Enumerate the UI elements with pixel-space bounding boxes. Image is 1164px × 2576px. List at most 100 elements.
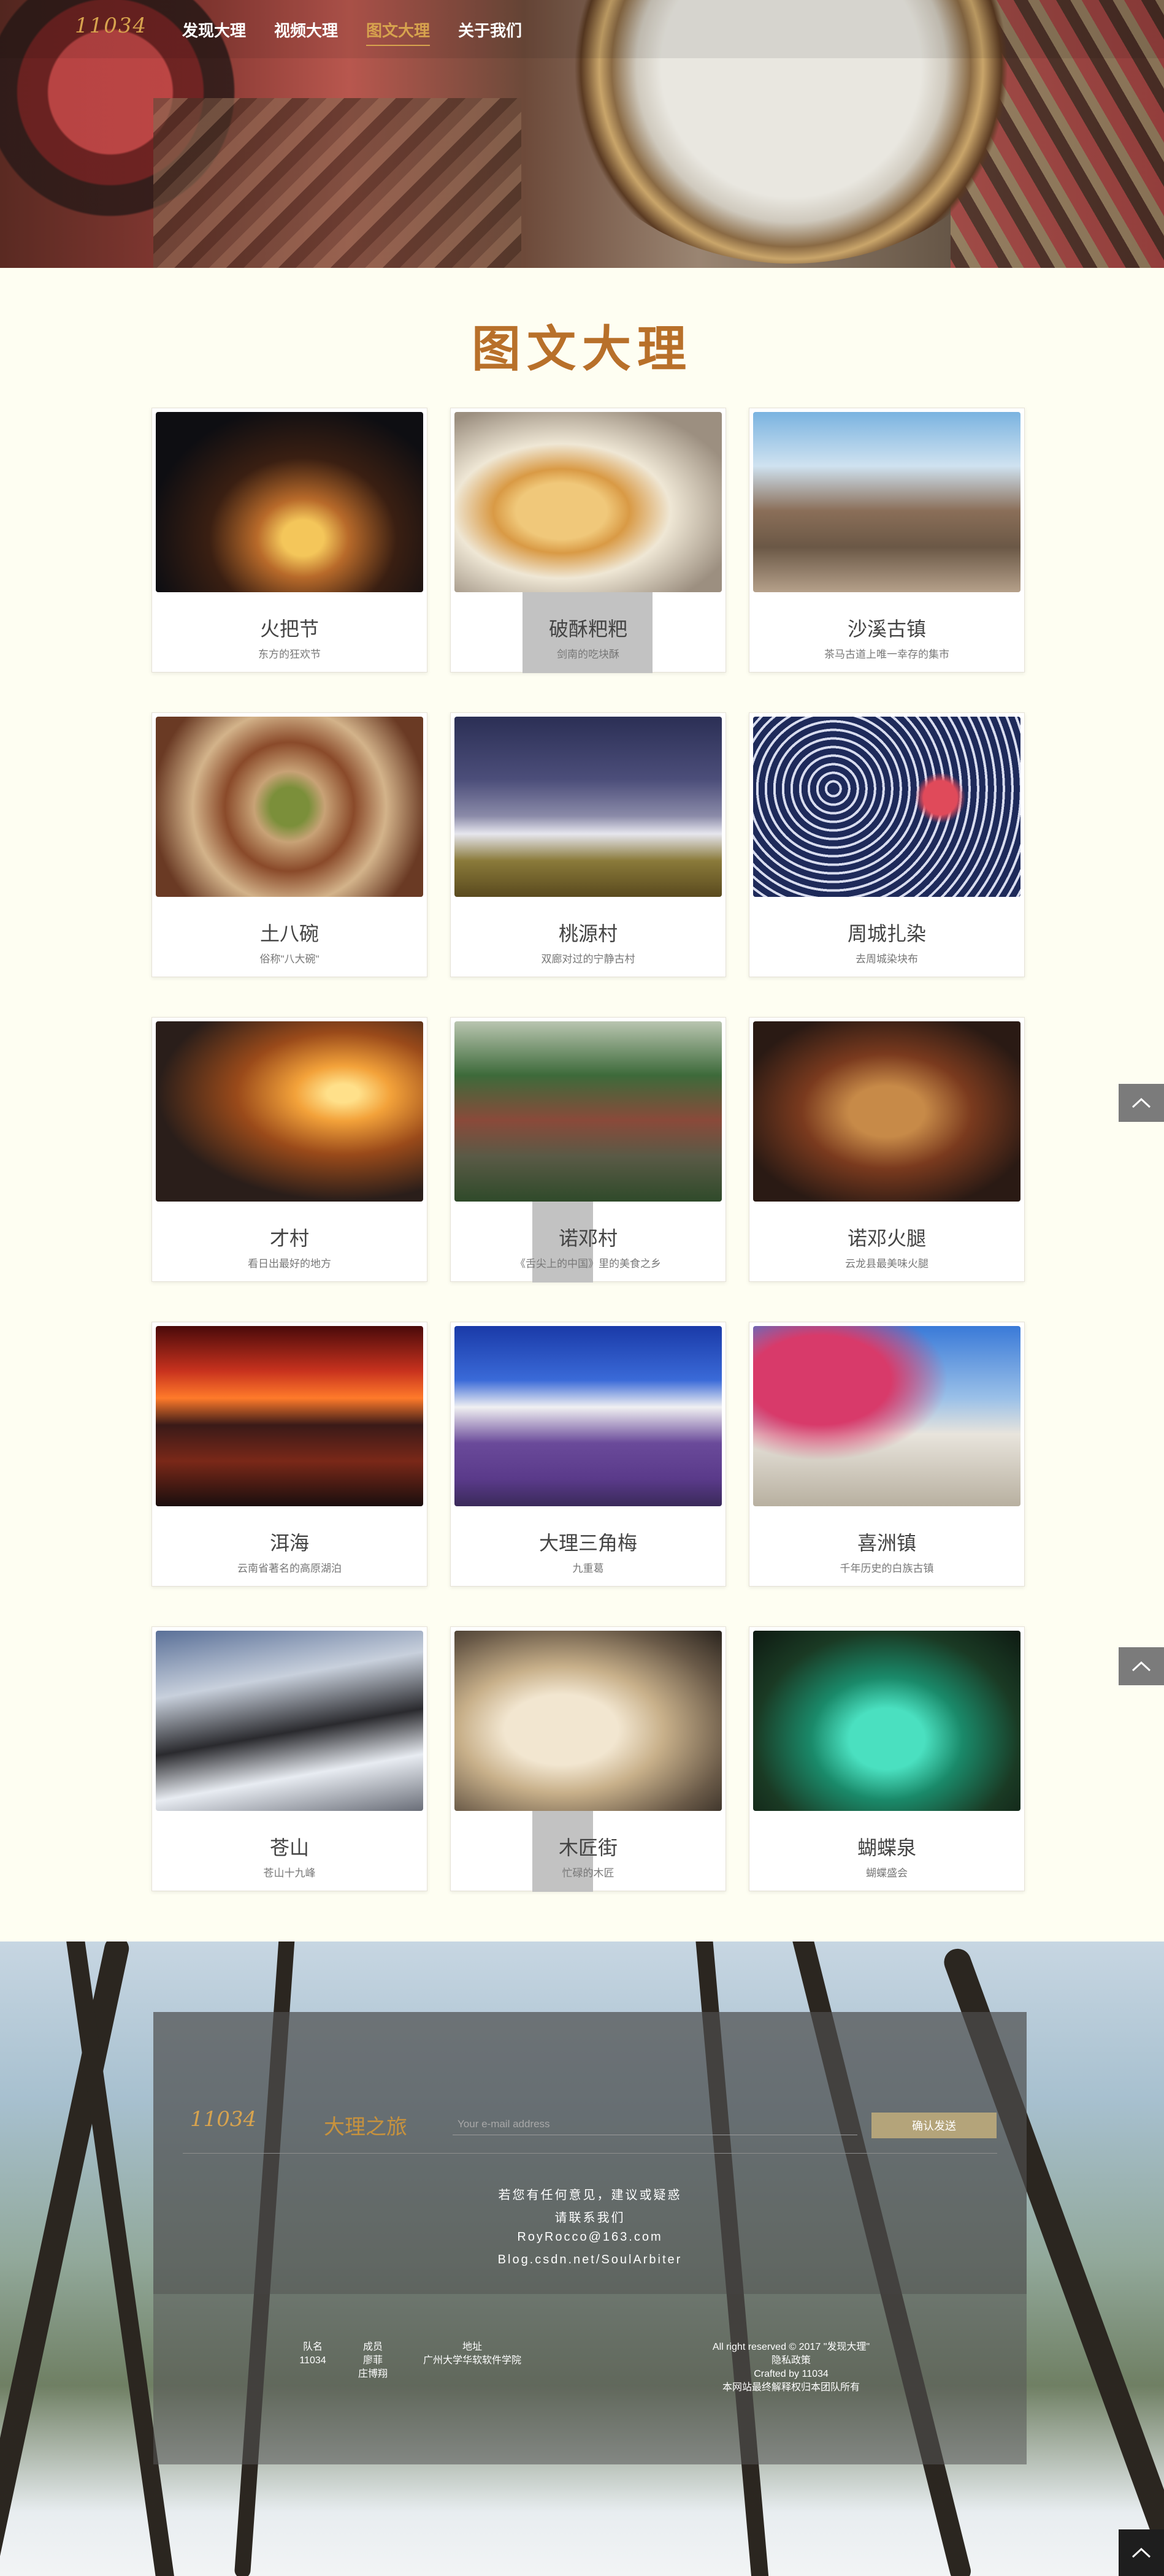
- card-title: 喜洲镇: [857, 1532, 916, 1554]
- card-caicun[interactable]: 才村 看日出最好的地方: [151, 1017, 427, 1282]
- card-image: [454, 1021, 722, 1202]
- card-torch-festival[interactable]: 火把节 东方的狂欢节: [151, 408, 427, 673]
- team-address-label: 地址: [462, 2342, 482, 2352]
- footer-panel: 11034 大理之旅 确认发送 若您有任何意见，建议或疑惑 请联系我们 RoyR…: [153, 2012, 1027, 2464]
- site-logo[interactable]: 11034: [75, 13, 147, 38]
- card-image: [753, 412, 1020, 592]
- card-subtitle: 剑南的吃块酥: [557, 649, 619, 660]
- card-title: 桃源村: [558, 923, 618, 945]
- card-title: 土八碗: [259, 923, 319, 945]
- footer-divider: [183, 2153, 997, 2154]
- team-name-value: 11034: [299, 2355, 326, 2366]
- contact-email[interactable]: RoyRocco@163.com: [153, 2230, 1027, 2244]
- footer-tagline: 大理之旅: [324, 2116, 407, 2139]
- card-cangshan[interactable]: 苍山 苍山十九峰: [151, 1626, 427, 1891]
- copyright-text: All right reserved © 2017 "发现大理": [712, 2342, 870, 2352]
- card-subtitle: 双廊对过的宁静古村: [541, 953, 635, 965]
- card-taoyuan[interactable]: 桃源村 双廊对过的宁静古村: [450, 712, 726, 977]
- card-subtitle: 《舌尖上的中国》里的美食之乡: [515, 1258, 661, 1270]
- card-carpenter-street[interactable]: 木匠街 忙碌的木匠: [450, 1626, 726, 1892]
- team-name-label: 队名: [302, 2342, 323, 2352]
- crafted-by-text: Crafted by 11034: [754, 2369, 829, 2379]
- team-member: 廖菲: [362, 2355, 383, 2366]
- footer: 11034 大理之旅 确认发送 若您有任何意见，建议或疑惑 请联系我们 RoyR…: [0, 1942, 1164, 2576]
- card-image: [156, 1021, 423, 1202]
- team-address-value: 广州大学华软软件学院: [423, 2355, 521, 2366]
- ownership-text: 本网站最终解释权归本团队所有: [722, 2382, 860, 2393]
- card-xizhou[interactable]: 喜洲镇 千年历史的白族古镇: [749, 1322, 1025, 1587]
- card-title: 破酥粑粑: [548, 618, 627, 640]
- card-image: [753, 1021, 1020, 1202]
- chevron-up-icon: [1131, 2547, 1151, 2558]
- card-title: 苍山: [269, 1837, 309, 1859]
- card-subtitle: 千年历史的白族古镇: [840, 1563, 934, 1574]
- card-bougainvillea[interactable]: 大理三角梅 九重葛: [450, 1322, 726, 1587]
- card-image: [753, 717, 1020, 897]
- card-subtitle: 忙碌的木匠: [562, 1867, 615, 1879]
- hero-banner: 11034 发现大理 视频大理 图文大理 关于我们: [0, 0, 1164, 268]
- back-to-top-button-secondary[interactable]: [1119, 1647, 1164, 1685]
- team-members-label: 成员: [362, 2342, 383, 2352]
- card-image: [454, 1326, 722, 1506]
- back-to-top-button[interactable]: [1119, 1084, 1164, 1122]
- card-subtitle: 看日出最好的地方: [248, 1258, 331, 1270]
- card-subtitle: 东方的狂欢节: [258, 649, 321, 660]
- card-image: [156, 1631, 423, 1811]
- chevron-up-icon: [1131, 1661, 1151, 1672]
- footer-logo[interactable]: 11034: [190, 2107, 256, 2132]
- nav-item-video[interactable]: 视频大理: [274, 18, 338, 41]
- card-nuodeng-village[interactable]: 诺邓村 《舌尖上的中国》里的美食之乡: [450, 1017, 726, 1282]
- send-button[interactable]: 确认发送: [871, 2113, 997, 2138]
- card-title: 诺邓村: [558, 1227, 618, 1249]
- nav-item-gallery[interactable]: 图文大理: [366, 18, 431, 46]
- card-zhoucheng-dye[interactable]: 周城扎染 去周城染块布: [749, 712, 1025, 977]
- card-subtitle: 俗称"八大碗": [259, 953, 320, 965]
- card-image: [156, 412, 423, 592]
- card-image: [454, 412, 722, 592]
- team-members: 成员 廖菲 庄博翔: [348, 2341, 397, 2381]
- card-shaxi[interactable]: 沙溪古镇 茶马古道上唯一幸存的集市: [749, 408, 1025, 673]
- top-nav: 11034 发现大理 视频大理 图文大理 关于我们: [0, 0, 1164, 58]
- team-member: 庄博翔: [358, 2369, 388, 2379]
- chevron-up-icon: [1131, 1097, 1151, 1108]
- team-name: 队名 11034: [291, 2341, 334, 2368]
- card-title: 才村: [269, 1227, 309, 1249]
- contact-line-1: 若您有任何意见，建议或疑惑: [498, 2189, 682, 2202]
- privacy-link[interactable]: 隐私政策: [693, 2354, 889, 2368]
- card-subtitle: 苍山十九峰: [263, 1867, 316, 1879]
- legal-info: All right reserved © 2017 "发现大理" 隐私政策 Cr…: [693, 2341, 889, 2395]
- card-pastry[interactable]: 破酥粑粑 剑南的吃块酥: [450, 408, 726, 673]
- hero-table-texture: [153, 98, 521, 268]
- nav-item-discover[interactable]: 发现大理: [182, 18, 246, 41]
- card-image: [156, 717, 423, 897]
- card-title: 沙溪古镇: [847, 618, 926, 640]
- card-title: 大理三角梅: [538, 1532, 637, 1554]
- card-image: [454, 717, 722, 897]
- card-erhai[interactable]: 洱海 云南省著名的高原湖泊: [151, 1322, 427, 1587]
- card-image: [753, 1631, 1020, 1811]
- email-input[interactable]: [453, 2113, 857, 2135]
- card-title: 诺邓火腿: [847, 1227, 926, 1249]
- card-butterfly-spring[interactable]: 蝴蝶泉 蝴蝶盛会: [749, 1626, 1025, 1891]
- card-subtitle: 茶马古道上唯一幸存的集市: [824, 649, 949, 660]
- card-title: 周城扎染: [847, 923, 926, 945]
- card-subtitle: 去周城染块布: [856, 953, 918, 965]
- card-title: 木匠街: [558, 1837, 618, 1859]
- card-subtitle: 九重葛: [572, 1563, 604, 1574]
- page-title: 图文大理: [472, 322, 692, 376]
- card-eight-bowls[interactable]: 土八碗 俗称"八大碗": [151, 712, 427, 977]
- card-title: 火把节: [259, 618, 319, 640]
- card-image: [454, 1631, 722, 1811]
- card-subtitle: 蝴蝶盛会: [866, 1867, 908, 1879]
- nav-item-about[interactable]: 关于我们: [458, 18, 522, 41]
- card-image: [156, 1326, 423, 1506]
- team-address: 地址 广州大学华软软件学院: [411, 2341, 534, 2368]
- contact-blog[interactable]: Blog.csdn.net/SoulArbiter: [153, 2253, 1027, 2267]
- scroll-top-button[interactable]: [1119, 2529, 1164, 2576]
- card-title: 洱海: [269, 1532, 309, 1554]
- contact-line-2: 请联系我们: [554, 2211, 626, 2225]
- card-subtitle: 云龙县最美味火腿: [845, 1258, 929, 1270]
- card-nuodeng-ham[interactable]: 诺邓火腿 云龙县最美味火腿: [749, 1017, 1025, 1282]
- card-image: [753, 1326, 1020, 1506]
- card-subtitle: 云南省著名的高原湖泊: [237, 1563, 342, 1574]
